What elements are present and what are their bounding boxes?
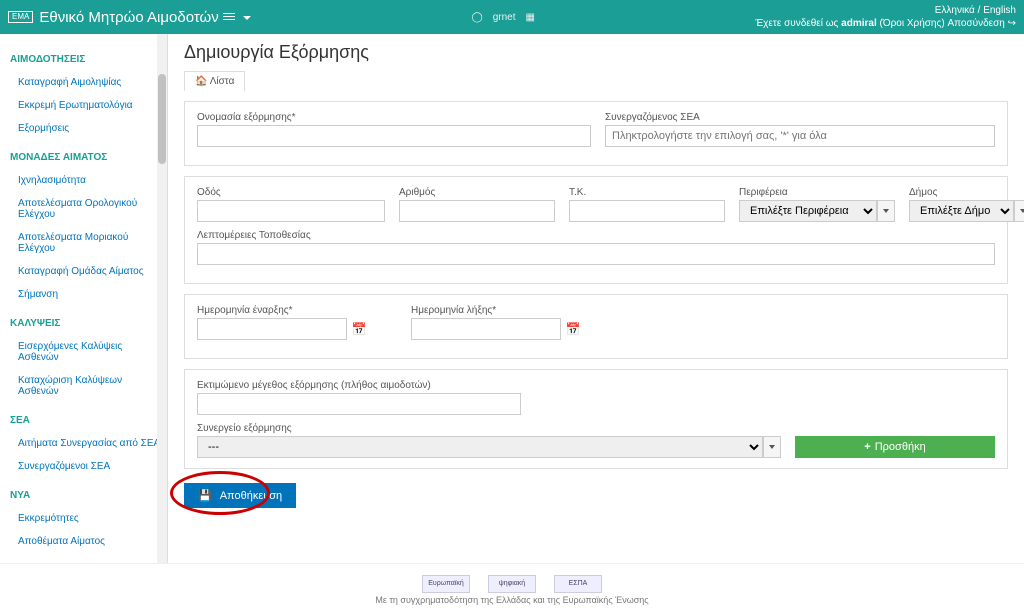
label-tk: Τ.Κ. xyxy=(569,187,725,198)
menu-icon[interactable] xyxy=(223,11,235,22)
top-right: Ελληνικά / English Έχετε συνδεθεί ως adm… xyxy=(755,4,1016,30)
sidebar-group-kalypseis: ΚΑΛΥΨΕΙΣ xyxy=(10,318,167,329)
add-button[interactable]: Προσθήκη xyxy=(795,436,995,458)
label-street: Οδός xyxy=(197,187,385,198)
panel-basic: Ονομασία εξόρμησης* Συνεργαζόμενος ΣΕΑ xyxy=(184,101,1008,166)
sidebar-item-apothemata[interactable]: Αποθέματα Αίματος xyxy=(10,530,167,553)
sidebar-group-monades: ΜΟΝΑΔΕΣ ΑΙΜΑΤΟΣ xyxy=(10,152,167,163)
login-user: admiral xyxy=(841,18,877,29)
panel-dates: Ημερομηνία έναρξης* 📅 Ημερομηνία λήξης* … xyxy=(184,294,1008,359)
label-date-start: Ημερομηνία έναρξης* xyxy=(197,305,397,316)
label-date-end: Ημερομηνία λήξης* xyxy=(411,305,611,316)
label-number: Αριθμός xyxy=(399,187,555,198)
calendar-start-icon[interactable]: 📅 xyxy=(351,321,367,337)
scrollbar-track[interactable] xyxy=(157,34,167,563)
panel-location: Οδός Αριθμός Τ.Κ. Περιφέρεια Επιλέξτε Πε… xyxy=(184,176,1008,284)
footer-logo-digital: ψηφιακή xyxy=(488,575,536,593)
save-button-label: Αποθήκευση xyxy=(220,490,282,502)
footer-logo-espa: ΕΣΠΑ xyxy=(554,575,602,593)
input-loc-details[interactable] xyxy=(197,243,995,265)
add-button-label: Προσθήκη xyxy=(875,441,926,453)
brand-title: Εθνικό Μητρώο Αιμοδοτών xyxy=(39,9,251,26)
label-dimos: Δήμος xyxy=(909,187,1024,198)
login-prefix: Έχετε συνδεθεί ως xyxy=(755,18,841,29)
lang-greek-link[interactable]: Ελληνικά xyxy=(935,5,975,16)
input-date-end[interactable] xyxy=(411,318,561,340)
top-center-logos: ◯ grnet ▦ xyxy=(251,12,755,23)
sidebar-item-kataggrafi-aimolipsias[interactable]: Καταγραφή Αιμοληψίας xyxy=(10,71,167,94)
input-number[interactable] xyxy=(399,200,555,222)
label-crew: Συνεργείο εξόρμησης xyxy=(197,423,995,434)
sidebar-group-sea: ΣΕΑ xyxy=(10,415,167,426)
panel-extra: Εκτιμώμενο μέγεθος εξόρμησης (πλήθος αιμ… xyxy=(184,369,1008,469)
page-title: Δημιουργία Εξόρμησης xyxy=(184,42,1008,63)
label-estimate: Εκτιμώμενο μέγεθος εξόρμησης (πλήθος αιμ… xyxy=(197,380,521,391)
center-logo-3: ▦ xyxy=(525,12,534,23)
save-button[interactable]: Αποθήκευση xyxy=(184,483,296,508)
sidebar-item-ixnilasimotita[interactable]: Ιχνηλασιμότητα xyxy=(10,169,167,192)
center-logo-1: ◯ xyxy=(471,12,482,23)
sidebar-item-simansi[interactable]: Σήμανση xyxy=(10,283,167,306)
footer: Ευρωπαϊκή ψηφιακή ΕΣΠΑ Με τη συγχρηματοδ… xyxy=(0,563,1024,615)
sidebar-item-aitimata-sea[interactable]: Αιτήματα Συνεργασίας από ΣΕΑ xyxy=(10,432,167,455)
label-region: Περιφέρεια xyxy=(739,187,895,198)
logout-icon: ↪ xyxy=(1008,18,1016,29)
input-street[interactable] xyxy=(197,200,385,222)
sidebar-item-exormiseis[interactable]: Εξορμήσεις xyxy=(10,117,167,140)
select-crew[interactable]: --- xyxy=(197,436,763,458)
input-estimate[interactable] xyxy=(197,393,521,415)
caret-down-icon[interactable] xyxy=(243,16,251,20)
label-sea: Συνεργαζόμενος ΣΕΑ xyxy=(605,112,995,123)
select-dimos[interactable]: Επιλέξτε Δήμο xyxy=(909,200,1014,222)
sidebar-item-kataxorisi-kalypseon[interactable]: Καταχώριση Καλύψεων Ασθενών xyxy=(10,369,167,403)
calendar-end-icon[interactable]: 📅 xyxy=(565,321,581,337)
footer-logo-eu: Ευρωπαϊκή xyxy=(422,575,470,593)
lang-english-link[interactable]: English xyxy=(983,5,1016,16)
sidebar-group-aimodotiseis: ΑΙΜΟΔΟΤΗΣΕΙΣ xyxy=(10,54,167,65)
scrollbar-thumb[interactable] xyxy=(158,74,166,164)
top-bar: EMA Εθνικό Μητρώο Αιμοδοτών ◯ grnet ▦ Ελ… xyxy=(0,0,1024,34)
center-logo-2: grnet xyxy=(493,12,516,23)
terms-link[interactable]: (Όροι Χρήσης) xyxy=(880,18,945,29)
tab-list[interactable]: 🏠 Λίστα xyxy=(184,71,245,91)
sidebar-item-ekkremotites[interactable]: Εκκρεμότητες xyxy=(10,507,167,530)
dimos-caret-icon[interactable] xyxy=(1014,200,1024,222)
region-caret-icon[interactable] xyxy=(877,200,895,222)
select-region[interactable]: Επιλέξτε Περιφέρεια xyxy=(739,200,877,222)
footer-text: Με τη συγχρηματοδότηση της Ελλάδας και τ… xyxy=(375,595,648,605)
sidebar-group-nya: ΝΥΑ xyxy=(10,490,167,501)
label-name: Ονομασία εξόρμησης* xyxy=(197,112,591,123)
crew-caret-icon[interactable] xyxy=(763,436,781,458)
sidebar-item-moriakou[interactable]: Αποτελέσματα Μοριακού Ελέγχου xyxy=(10,226,167,260)
input-tk[interactable] xyxy=(569,200,725,222)
input-date-start[interactable] xyxy=(197,318,347,340)
main-content: Δημιουργία Εξόρμησης 🏠 Λίστα Ονομασία εξ… xyxy=(168,34,1024,563)
input-sea[interactable] xyxy=(605,125,995,147)
sidebar-item-omadas-aimatos[interactable]: Καταγραφή Ομάδας Αίματος xyxy=(10,260,167,283)
brand-text: Εθνικό Μητρώο Αιμοδοτών xyxy=(39,9,218,26)
logout-link[interactable]: Αποσύνδεση xyxy=(947,18,1004,29)
logo-icon: EMA xyxy=(8,11,33,23)
sidebar-item-orologikou[interactable]: Αποτελέσματα Ορολογικού Ελέγχου xyxy=(10,192,167,226)
label-loc-details: Λεπτομέρειες Τοποθεσίας xyxy=(197,230,995,241)
sidebar: ΑΙΜΟΔΟΤΗΣΕΙΣ Καταγραφή Αιμοληψίας Εκκρεμ… xyxy=(0,34,168,563)
input-name[interactable] xyxy=(197,125,591,147)
sidebar-item-ekkremi-erotimatologia[interactable]: Εκκρεμή Ερωτηματολόγια xyxy=(10,94,167,117)
sidebar-item-synergazomenoi-sea[interactable]: Συνεργαζόμενοι ΣΕΑ xyxy=(10,455,167,478)
sidebar-item-eiserxomenes-kalypseis[interactable]: Εισερχόμενες Καλύψεις Ασθενών xyxy=(10,335,167,369)
tab-list-label: Λίστα xyxy=(210,76,235,87)
